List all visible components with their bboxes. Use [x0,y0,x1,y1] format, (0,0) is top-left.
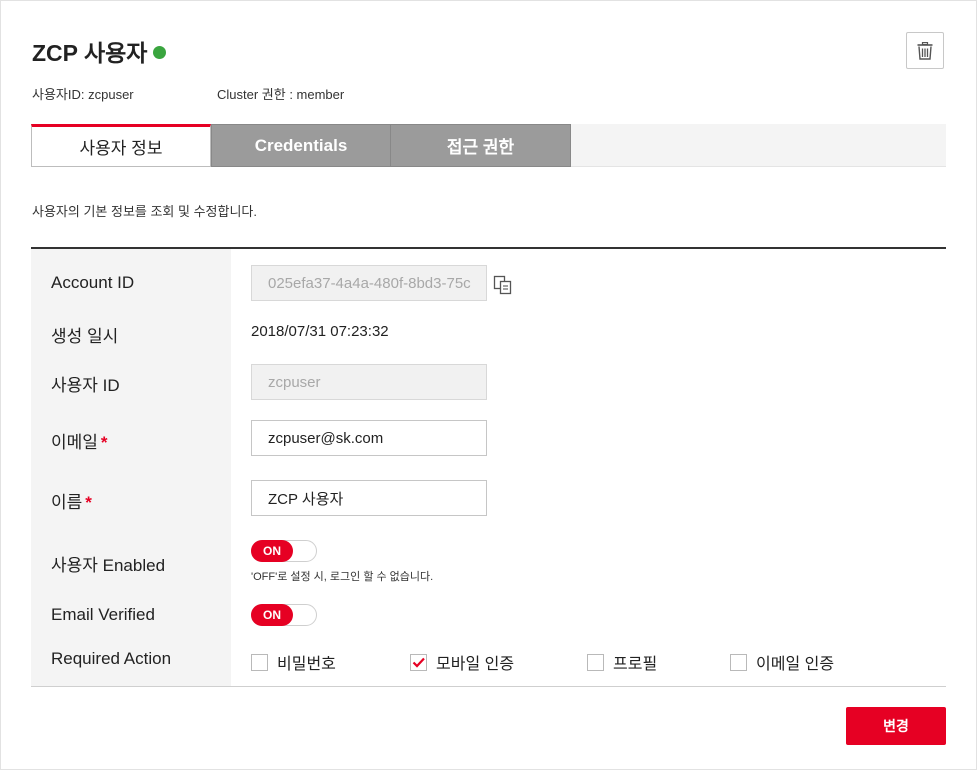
required-action-password[interactable]: 비밀번호 [251,650,336,674]
user-id-field: zcpuser [251,364,487,400]
delete-button[interactable] [906,32,944,69]
toggle-on-knob: ON [251,540,293,562]
created-at-label: 생성 일시 [51,327,119,346]
tab-user-info[interactable]: 사용자 정보 [31,124,211,167]
email-label-text: 이메일 [51,433,98,452]
required-mark: * [85,493,92,512]
checkmark-icon [412,657,425,668]
created-at-value: 2018/07/31 07:23:32 [251,323,389,340]
checkbox-checked[interactable] [410,653,427,671]
page-title: ZCP 사용자 [32,34,167,68]
checkbox[interactable] [251,653,268,671]
user-id-meta: 사용자ID: zcpuser [32,87,134,102]
checkbox-label: 비밀번호 [277,656,336,673]
copy-icon[interactable] [493,275,513,300]
account-id-field: 025efa37-4a4a-480f-8bd3-75c [251,265,487,301]
tab-credentials[interactable]: Credentials [211,124,391,167]
email-verified-toggle[interactable]: ON [251,604,317,626]
email-label: 이메일 * [51,428,108,453]
tab-access-rights[interactable]: 접근 권한 [390,124,571,167]
user-id-label: 사용자 ID [51,376,120,395]
name-label: 이름 * [51,488,92,513]
checkbox-label: 모바일 인증 [436,656,515,673]
checkbox-label: 이메일 인증 [756,656,835,673]
form-bottom-divider [31,686,946,687]
checkbox[interactable] [730,653,747,671]
name-label-text: 이름 [51,493,83,512]
email-field[interactable]: zcpuser@sk.com [251,420,487,456]
cluster-role-meta: Cluster 권한 : member [217,87,345,102]
section-description: 사용자의 기본 정보를 조회 및 수정합니다. [32,204,257,219]
account-id-label: Account ID [51,273,135,292]
checkbox[interactable] [587,653,604,671]
required-action-mobile-auth[interactable]: 모바일 인증 [410,650,514,674]
trash-icon [917,41,933,60]
user-enabled-label: 사용자 Enabled [51,556,166,575]
name-field[interactable]: ZCP 사용자 [251,480,487,516]
page-title-text: ZCP 사용자 [32,40,148,66]
change-button[interactable]: 변경 [846,707,946,745]
required-mark: * [100,433,108,452]
required-action-profile[interactable]: 프로필 [587,650,657,674]
email-verified-label: Email Verified [51,605,155,624]
required-action-email-auth[interactable]: 이메일 인증 [730,650,834,674]
tab-bar: 사용자 정보 Credentials 접근 권한 [31,124,946,167]
user-enabled-toggle[interactable]: ON [251,540,317,562]
required-action-label: Required Action [51,649,172,668]
toggle-on-knob: ON [251,604,293,626]
checkbox-label: 프로필 [613,656,658,673]
status-dot-icon [153,46,167,59]
user-enabled-hint: 'OFF'로 설정 시, 로그인 할 수 없습니다. [251,571,434,583]
